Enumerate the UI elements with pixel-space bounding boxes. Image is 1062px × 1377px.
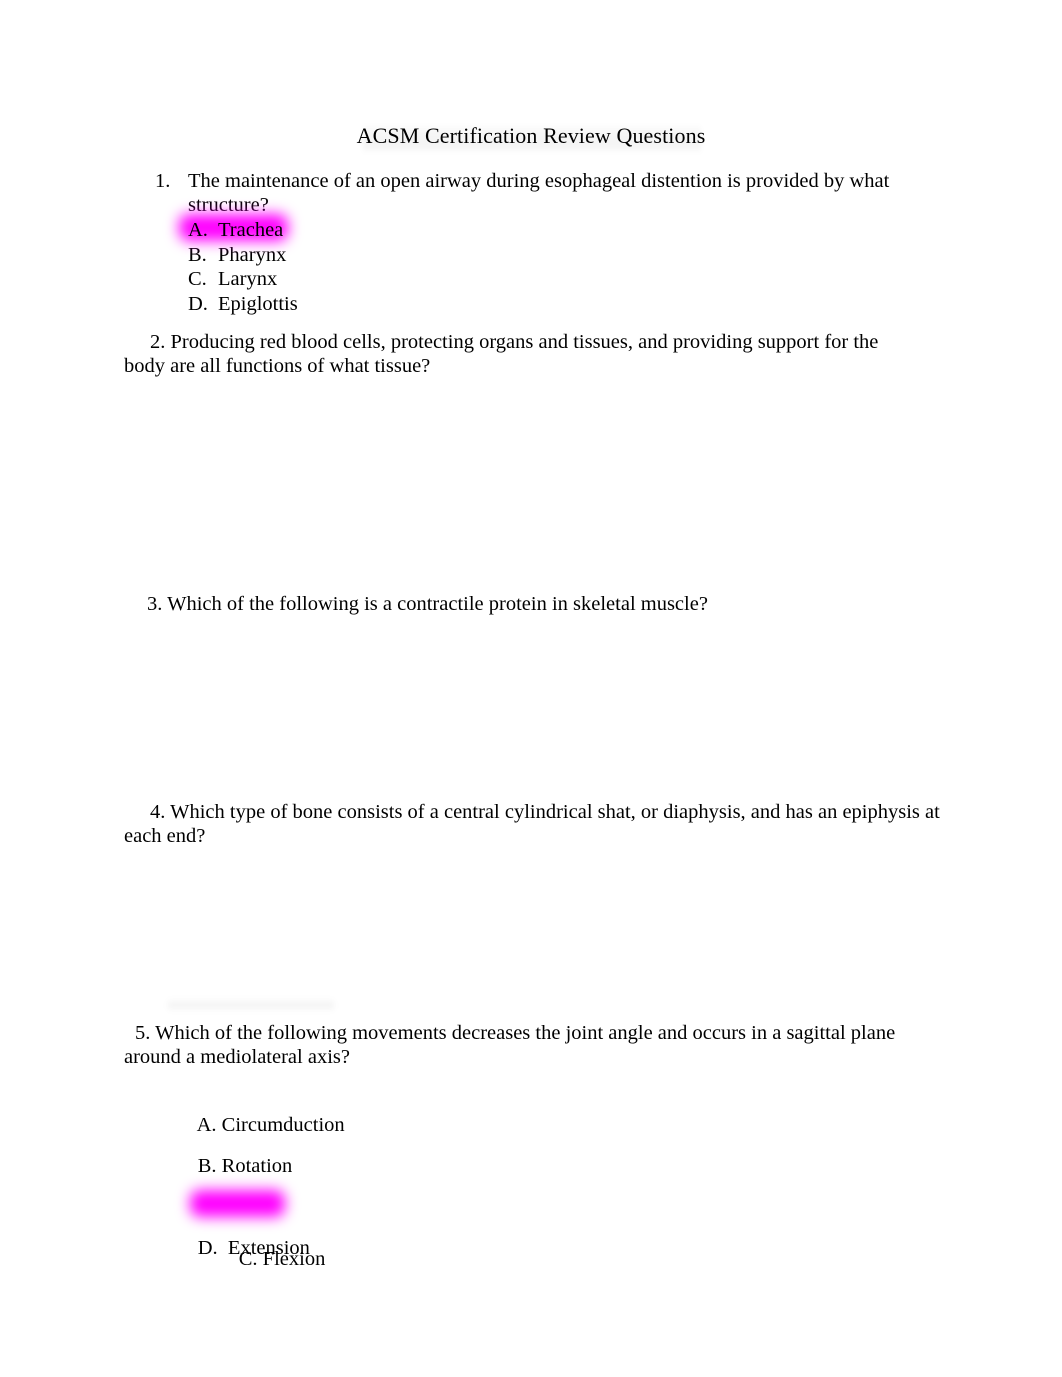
- question-5-text: 5. Which of the following movements decr…: [124, 1022, 896, 1068]
- q5-option-c-label: C. Flexion: [238, 1248, 326, 1270]
- q5-option-b-label: B. Rotation: [197, 1155, 293, 1177]
- page-title: ACSM Certification Review Questions: [356, 123, 706, 148]
- option-a-content: A. Trachea: [188, 219, 283, 241]
- option-d-label: Epiglottis: [218, 292, 298, 315]
- option-d-letter: D.: [188, 292, 208, 315]
- question-4-text: 4. Which type of bone consists of a cent…: [124, 801, 940, 847]
- magenta-highlight: [189, 1190, 285, 1217]
- option-b-label: Pharynx: [218, 243, 287, 266]
- question-1: 1. The maintenance of an open airway dur…: [155, 170, 915, 316]
- question-5: 5. Which of the following movements decr…: [124, 1022, 934, 1069]
- question-1-stem: 1. The maintenance of an open airway dur…: [155, 170, 915, 217]
- question-4: 4. Which type of bone consists of a cent…: [124, 801, 944, 848]
- question-2: 2. Producing red blood cells, protecting…: [124, 331, 924, 378]
- question-5-options: A. Circumduction B. Rotation C. Flexion …: [167, 1086, 345, 1270]
- option-a-label: Trachea: [218, 219, 284, 241]
- question-5-option-a[interactable]: A. Circumduction: [167, 1086, 345, 1136]
- question-1-number: 1.: [155, 170, 171, 192]
- question-1-option-c[interactable]: C. Larynx: [188, 267, 915, 292]
- question-3-text: 3. Which of the following is a contracti…: [147, 593, 708, 615]
- option-b-letter: B.: [188, 243, 207, 266]
- option-a-highlight-wrap: A. Trachea: [179, 214, 288, 243]
- question-3: 3. Which of the following is a contracti…: [147, 593, 927, 617]
- q5-option-c-highlight-wrap: C. Flexion: [189, 1190, 326, 1298]
- option-c-label: Larynx: [218, 268, 278, 290]
- option-c-letter: C.: [188, 268, 207, 290]
- question-1-option-d[interactable]: D. Epiglottis: [188, 292, 915, 317]
- document-page: ACSM Certification Review Questions 1. T…: [0, 0, 1062, 1377]
- option-a-letter: A.: [188, 219, 208, 241]
- q5-option-a-label: A. Circumduction: [196, 1114, 345, 1136]
- question-2-text: 2. Producing red blood cells, protecting…: [124, 331, 879, 377]
- question-1-option-b[interactable]: B. Pharynx: [188, 243, 915, 268]
- question-1-option-a[interactable]: A. Trachea: [179, 214, 915, 243]
- question-1-options: A. Trachea B. Pharynx C. Larynx D. Epiglo…: [155, 214, 915, 317]
- question-1-text: The maintenance of an open airway during…: [188, 170, 890, 216]
- residual-highlight-smudge: [168, 998, 334, 1012]
